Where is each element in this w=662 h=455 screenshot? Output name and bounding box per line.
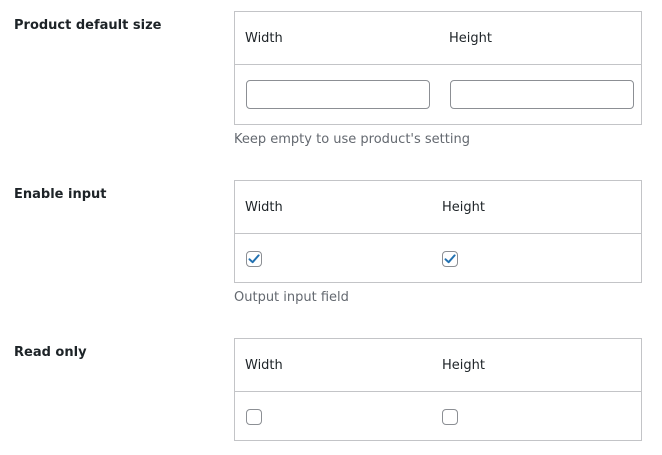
product-default-size-table: Width Height [234,11,642,125]
table-body [235,65,641,124]
product-default-size-description: Keep empty to use product's setting [234,132,470,147]
label-product-default-size: Product default size [14,18,162,33]
table-header: Width Height [235,12,641,65]
column-width-label: Width [245,200,283,215]
enable-width-checkbox[interactable] [246,251,262,267]
column-height-label: Height [442,358,485,373]
table-body [235,234,641,282]
enable-input-table: Width Height [234,180,642,283]
table-header: Width Height [235,181,641,234]
read-only-width-checkbox[interactable] [246,409,262,425]
read-only-height-checkbox[interactable] [442,409,458,425]
table-header: Width Height [235,339,641,392]
table-body [235,392,641,440]
default-width-input[interactable] [246,80,430,109]
label-read-only: Read only [14,345,87,360]
enable-height-checkbox[interactable] [442,251,458,267]
read-only-table: Width Height [234,338,642,441]
column-width-label: Width [245,358,283,373]
column-width-label: Width [245,31,283,46]
column-height-label: Height [442,200,485,215]
label-enable-input: Enable input [14,187,107,202]
enable-input-description: Output input field [234,290,349,305]
check-icon [444,254,456,264]
column-height-label: Height [449,31,492,46]
default-height-input[interactable] [450,80,634,109]
check-icon [248,254,260,264]
